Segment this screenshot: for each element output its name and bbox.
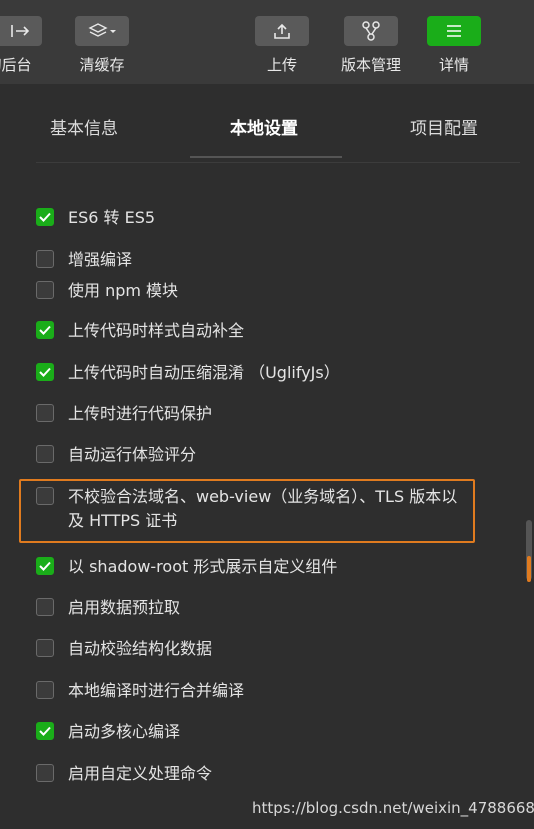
option-label: 启用数据预拉取 xyxy=(68,598,181,617)
scrollbar-marker xyxy=(527,556,531,582)
option-npm-modules[interactable]: 使用 npm 模块 xyxy=(36,279,468,303)
checkbox[interactable] xyxy=(36,681,54,699)
option-label: 自动运行体验评分 xyxy=(68,445,197,464)
check-icon xyxy=(39,726,51,736)
check-icon xyxy=(39,325,51,335)
highlight-box xyxy=(19,479,475,543)
option-label: 上传时进行代码保护 xyxy=(68,404,213,423)
tabs-divider xyxy=(36,162,520,163)
settings-tabs: 基本信息 本地设置 项目配置 xyxy=(0,84,534,164)
option-uglify[interactable]: 上传代码时自动压缩混淆 （UglifyJs） xyxy=(36,361,468,385)
checkbox[interactable] xyxy=(36,598,54,616)
backstage-label: 切后台 xyxy=(0,56,32,74)
option-es6-to-es5[interactable]: ES6 转 ES5 xyxy=(36,206,468,230)
branch-icon xyxy=(344,16,398,46)
clear-cache-button[interactable]: 清缓存 xyxy=(75,16,129,75)
checkbox[interactable] xyxy=(36,445,54,463)
option-label: 上传代码时样式自动补全 xyxy=(68,321,245,340)
option-shadow-root[interactable]: 以 shadow-root 形式展示自定义组件 xyxy=(36,555,468,579)
check-icon xyxy=(39,561,51,571)
option-code-protect[interactable]: 上传时进行代码保护 xyxy=(36,402,468,426)
option-label: 使用 npm 模块 xyxy=(68,281,179,300)
version-label: 版本管理 xyxy=(341,56,402,74)
option-custom-command[interactable]: 启用自定义处理命令 xyxy=(36,762,468,786)
option-data-prefetch[interactable]: 启用数据预拉取 xyxy=(36,596,468,620)
option-style-autoprefix[interactable]: 上传代码时样式自动补全 xyxy=(36,319,468,343)
details-label: 详情 xyxy=(438,56,469,74)
option-label: 启动多核心编译 xyxy=(68,722,181,741)
active-tab-indicator xyxy=(190,156,342,158)
tab-project-config[interactable]: 项目配置 xyxy=(410,114,478,139)
checkbox[interactable] xyxy=(36,557,54,575)
backstage-button[interactable]: 切后台 xyxy=(0,16,42,75)
checkbox[interactable] xyxy=(36,639,54,657)
check-icon xyxy=(39,367,51,377)
option-multicore-compile[interactable]: 启动多核心编译 xyxy=(36,720,468,744)
version-button[interactable]: 版本管理 xyxy=(341,16,401,75)
checkbox[interactable] xyxy=(36,722,54,740)
option-label: 以 shadow-root 形式展示自定义组件 xyxy=(68,557,338,576)
menu-icon xyxy=(427,16,481,46)
backstage-icon xyxy=(0,16,42,46)
checkbox[interactable] xyxy=(36,250,54,268)
tab-local-settings[interactable]: 本地设置 xyxy=(230,114,298,139)
checkbox[interactable] xyxy=(36,764,54,782)
check-icon xyxy=(39,212,51,222)
option-label: 增强编译 xyxy=(68,250,133,269)
layers-icon xyxy=(75,16,129,46)
upload-label: 上传 xyxy=(266,56,297,74)
checkbox[interactable] xyxy=(36,281,54,299)
upload-button[interactable]: 上传 xyxy=(255,16,309,75)
checkbox[interactable] xyxy=(36,208,54,226)
tab-basic-info[interactable]: 基本信息 xyxy=(50,114,118,139)
option-label: 上传代码时自动压缩混淆 （UglifyJs） xyxy=(68,363,340,382)
option-enhanced-compile[interactable]: 增强编译 xyxy=(36,248,468,272)
upload-icon xyxy=(255,16,309,46)
option-structured-data[interactable]: 自动校验结构化数据 xyxy=(36,637,468,661)
checkbox[interactable] xyxy=(36,321,54,339)
option-label: 自动校验结构化数据 xyxy=(68,639,213,658)
toolbar: 切后台 清缓存 上传 版本管理 详情 xyxy=(0,0,534,84)
watermark: https://blog.csdn.net/weixin_47886687 xyxy=(252,799,534,817)
clear-cache-label: 清缓存 xyxy=(79,56,125,74)
option-auto-audit[interactable]: 自动运行体验评分 xyxy=(36,443,468,467)
option-label: ES6 转 ES5 xyxy=(68,208,156,227)
option-label: 启用自定义处理命令 xyxy=(68,764,213,783)
option-merge-compile[interactable]: 本地编译时进行合并编译 xyxy=(36,679,468,703)
checkbox[interactable] xyxy=(36,404,54,422)
checkbox[interactable] xyxy=(36,363,54,381)
details-button[interactable]: 详情 xyxy=(427,16,481,75)
option-label: 本地编译时进行合并编译 xyxy=(68,681,245,700)
